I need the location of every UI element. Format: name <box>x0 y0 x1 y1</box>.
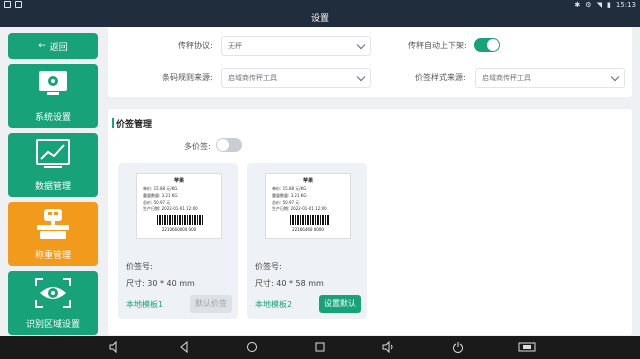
tag-size: 尺寸: 40 * 58 mm <box>255 279 324 288</box>
content-area: ← 返回 系统设置 数据管理 称重管理 识别区域设置 传秤协议: 无秤 传秤自动… <box>0 27 640 336</box>
label-preview: 苹果 单价: 15.88 元/KG 重量数量: 3.21 KG 总价: 50.9… <box>265 173 351 239</box>
barcode-number: 22166460 0000 <box>292 227 324 232</box>
barcode-rule-select[interactable]: 启域商传秤工具 <box>221 68 371 88</box>
tag-number: 价签号: <box>126 262 153 271</box>
barcode-rule-value: 启域商传秤工具 <box>228 74 277 82</box>
toggle-knob <box>487 39 499 51</box>
label-style-label: 价签样式来源: <box>415 73 466 82</box>
section-title: 价签管理 <box>116 120 153 130</box>
back-button-label: 返回 <box>49 42 68 53</box>
toggle-knob <box>217 139 229 151</box>
protocol-select-value: 无秤 <box>228 42 242 50</box>
power-icon[interactable] <box>452 341 464 353</box>
template-name: 本地模板2 <box>255 300 293 309</box>
system-navigation-bar <box>0 336 640 359</box>
label-style-value: 启域商传秤工具 <box>482 74 531 82</box>
multi-tag-label: 多价签: <box>184 142 211 151</box>
preview-line: 重量数量: 3.21 KG <box>272 193 307 198</box>
volume-up-icon[interactable] <box>382 341 394 353</box>
sidebar-item-label: 称重管理 <box>34 251 71 261</box>
preview-product-name: 苹果 <box>173 178 184 184</box>
back-button[interactable]: ← 返回 <box>8 33 98 59</box>
barcode-number: 2210660000 000 <box>161 227 197 232</box>
chart-icon <box>36 139 70 168</box>
price-tag-card[interactable]: 苹果 单价: 15.88 元/KG 重量数量: 3.21 KG 总价: 50.9… <box>118 163 238 319</box>
preview-line: 生产日期: 2022-01-01 12:00 <box>143 206 198 211</box>
set-default-button[interactable]: 设置默认 <box>319 295 361 313</box>
tag-number: 价签号: <box>255 262 282 271</box>
screenshot-icon[interactable] <box>518 341 536 353</box>
template-name: 本地模板1 <box>126 300 164 309</box>
scale-settings-panel: 传秤协议: 无秤 传秤自动上下架: 条码规则来源: 启域商传秤工具 价签样式来源… <box>108 27 632 97</box>
chevron-down-icon <box>356 40 366 50</box>
sidebar-item-system-settings[interactable]: 系统设置 <box>8 64 98 128</box>
sidebar-item-data-management[interactable]: 数据管理 <box>8 133 98 197</box>
arrow-left-icon: ← <box>38 41 46 51</box>
section-accent <box>112 118 114 128</box>
chevron-down-icon <box>610 72 620 82</box>
auto-shelf-label: 传秤自动上下架: <box>408 41 467 50</box>
barcode-rule-label: 条码规则来源: <box>162 73 213 82</box>
eye-icon <box>35 278 71 308</box>
back-nav-icon[interactable] <box>178 341 190 353</box>
preview-line: 单价: 15.88 元/KG <box>272 186 307 191</box>
barcode-graphic <box>290 215 330 225</box>
home-nav-icon[interactable] <box>246 341 258 353</box>
preview-line: 单价: 15.88 元/KG <box>143 186 178 191</box>
preview-line: 生产日期: 2022-01-01 12:00 <box>272 206 327 211</box>
protocol-select[interactable]: 无秤 <box>221 36 371 56</box>
page-title: 设置 <box>0 11 640 27</box>
battery-icon: ▮ <box>606 1 611 9</box>
wifi-icon: ◥ <box>596 1 602 9</box>
status-bar: ✱ ⚙ ◥ ▮ 15:13 <box>0 0 640 11</box>
sidebar-item-label: 识别区域设置 <box>25 320 80 330</box>
notification-icon <box>15 1 22 8</box>
default-tag-button[interactable]: 默认价签 <box>190 295 232 313</box>
sidebar-item-weighing-management[interactable]: 称重管理 <box>8 202 98 266</box>
settings-icon: ⚙ <box>585 1 592 9</box>
tag-size: 尺寸: 30 * 40 mm <box>126 279 195 288</box>
label-style-select[interactable]: 启域商传秤工具 <box>475 68 625 88</box>
clock-time: 15:13 <box>615 1 636 9</box>
sidebar-item-label: 数据管理 <box>34 182 71 192</box>
volume-down-icon[interactable] <box>108 341 120 353</box>
sidebar-item-recognition-area[interactable]: 识别区域设置 <box>8 271 98 335</box>
scale-icon <box>37 209 69 239</box>
sidebar-item-label: 系统设置 <box>34 113 71 123</box>
price-tag-card[interactable]: 苹果 单价: 15.88 元/KG 重量数量: 3.21 KG 总价: 50.9… <box>247 163 367 319</box>
gear-monitor-icon <box>39 71 67 95</box>
bluetooth-icon: ✱ <box>574 1 581 9</box>
price-tag-panel: 价签管理 多价签: 苹果 单价: 15.88 元/KG 重量数量: 3.21 K… <box>108 109 632 335</box>
protocol-label: 传秤协议: <box>178 41 213 50</box>
multi-tag-toggle[interactable] <box>216 138 242 152</box>
barcode-graphic <box>157 215 203 225</box>
preview-product-name: 苹果 <box>302 178 313 184</box>
recents-nav-icon[interactable] <box>314 341 326 353</box>
chevron-down-icon <box>356 72 366 82</box>
label-preview: 苹果 单价: 15.88 元/KG 重量数量: 3.21 KG 总价: 50.9… <box>136 173 222 239</box>
notification-icon <box>4 1 11 8</box>
auto-shelf-toggle[interactable] <box>474 38 500 52</box>
preview-line: 重量数量: 3.21 KG <box>143 193 178 198</box>
